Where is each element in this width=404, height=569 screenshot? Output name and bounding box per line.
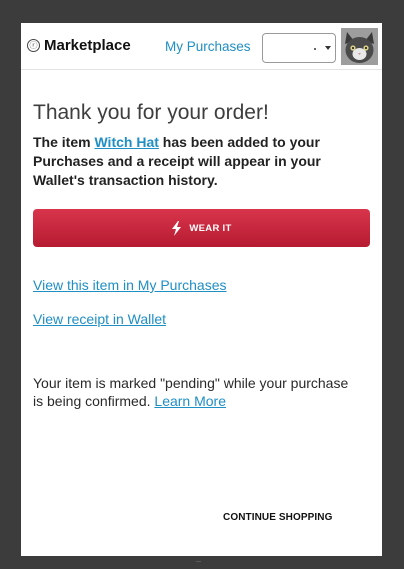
message-prefix: The item	[33, 134, 91, 150]
footer-divider	[196, 561, 201, 564]
wear-it-button[interactable]: WEAR IT	[33, 209, 370, 247]
account-select[interactable]	[262, 33, 336, 63]
lightning-bolt-icon	[172, 220, 182, 236]
cat-avatar-icon	[341, 28, 378, 65]
chevron-down-icon	[325, 46, 331, 50]
marketplace-panel: ⓡ Marketplace My Purchases Thank you for	[21, 23, 382, 556]
my-purchases-link[interactable]: My Purchases	[165, 39, 251, 54]
select-value	[314, 48, 316, 50]
wear-it-label: WEAR IT	[189, 222, 232, 234]
item-link[interactable]: Witch Hat	[94, 134, 158, 150]
avatar[interactable]	[341, 28, 378, 65]
brand[interactable]: ⓡ Marketplace	[27, 37, 131, 54]
top-bar: ⓡ Marketplace My Purchases	[21, 23, 382, 70]
brand-title: Marketplace	[44, 37, 131, 54]
confirmation-message: The item Witch Hat has been added to you…	[33, 133, 368, 190]
view-receipt-link[interactable]: View receipt in Wallet	[33, 311, 166, 327]
marketplace-logo-icon: ⓡ	[27, 39, 40, 52]
view-item-link[interactable]: View this item in My Purchases	[33, 277, 226, 293]
pending-notice: Your item is marked "pending" while your…	[33, 374, 353, 410]
confirmation-title: Thank you for your order!	[33, 101, 269, 124]
learn-more-link[interactable]: Learn More	[154, 393, 226, 409]
continue-shopping-button[interactable]: CONTINUE SHOPPING	[223, 512, 333, 523]
